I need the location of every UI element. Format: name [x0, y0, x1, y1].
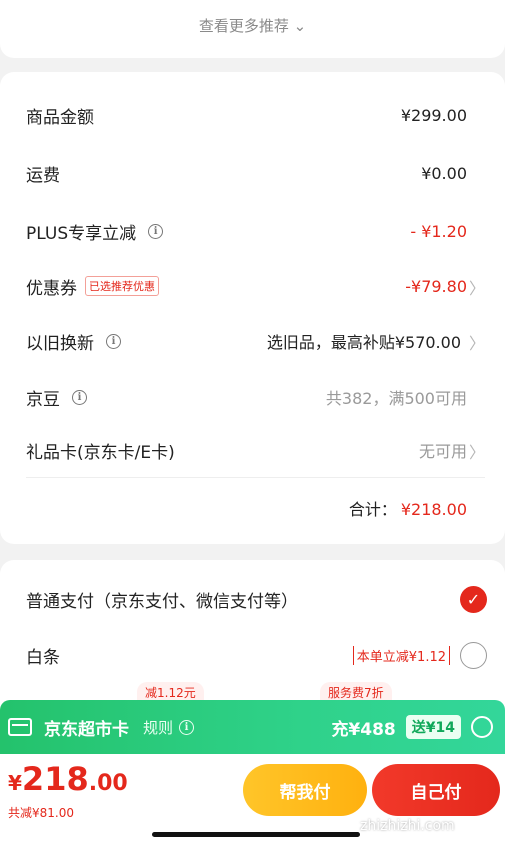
supermarket-card-bar[interactable]: 京东超市卡 规则 i 充¥488 送¥14	[0, 700, 505, 754]
self-pay-button[interactable]: 自己付	[372, 764, 500, 816]
card-icon	[8, 718, 32, 736]
currency-symbol: ¥	[8, 771, 22, 795]
trade-in-row[interactable]: 以旧换新 i 选旧品，最高补贴¥570.00	[26, 326, 461, 356]
baitiao-label: 白条	[26, 647, 60, 668]
radio-unchecked-icon[interactable]	[460, 641, 487, 669]
goods-amount-value: ¥299.00	[400, 105, 467, 125]
coupon-recommend-tag: 已选推荐优惠	[85, 276, 159, 296]
supermarket-card-title: 京东超市卡	[44, 719, 129, 740]
see-more-recommend-link[interactable]: 查看更多推荐 ⌄	[0, 15, 505, 36]
baitiao-promo: 本单立减¥1.12	[352, 645, 450, 665]
chevron-right-icon[interactable]: 〉	[469, 439, 485, 463]
check-icon[interactable]: ✓	[460, 585, 487, 613]
info-icon[interactable]: i	[72, 389, 87, 405]
info-icon[interactable]: i	[148, 223, 164, 239]
info-icon[interactable]: i	[106, 333, 121, 349]
coupon-row[interactable]: 优惠券 已选推荐优惠 -¥79.80	[26, 271, 467, 301]
chevron-right-icon[interactable]: 〉	[469, 275, 485, 299]
plus-discount-row: PLUS专享立减 i - ¥1.20	[26, 216, 467, 246]
total-label: 合计：	[348, 500, 397, 519]
payment-normal-label: 普通支付（京东支付、微信支付等）	[26, 591, 298, 612]
pay-amount-decimal: .00	[88, 771, 128, 796]
gift-amount-badge: 送¥14	[405, 715, 461, 739]
gift-card-value: 无可用	[418, 442, 467, 461]
total-saved: 共减¥81.00	[8, 806, 74, 820]
pay-amount-integer: 218	[21, 760, 89, 798]
gift-card-row[interactable]: 礼品卡(京东卡/E卡) 无可用	[26, 435, 467, 465]
chevron-right-icon[interactable]: 〉	[469, 330, 485, 354]
coupon-value: -¥79.80	[405, 276, 467, 296]
trade-in-value: 选旧品，最高补贴¥570.00	[266, 333, 461, 352]
pay-amount: ¥218.00	[8, 760, 128, 798]
jingdou-row: 京豆 i 共382，满500可用	[26, 382, 467, 412]
shipping-label: 运费	[26, 165, 60, 186]
plus-discount-label: PLUS专享立减	[26, 223, 137, 244]
trade-in-label: 以旧换新	[26, 333, 94, 354]
payment-option-baitiao[interactable]: 白条 本单立减¥1.12	[26, 640, 487, 670]
rule-label: 规则	[143, 718, 174, 737]
payment-option-normal[interactable]: 普通支付（京东支付、微信支付等） ✓	[26, 584, 487, 614]
price-detail-card: 商品金额 ¥299.00 运费 ¥0.00 PLUS专享立减 i - ¥1.20…	[0, 72, 505, 544]
jingdou-label: 京豆	[26, 389, 60, 410]
rule-link[interactable]: 规则 i	[143, 717, 195, 738]
total-value: ¥218.00	[400, 500, 467, 519]
charge-amount: 充¥488	[331, 719, 396, 740]
help-me-pay-button[interactable]: 帮我付	[243, 764, 367, 816]
divider	[26, 477, 485, 478]
gift-card-label: 礼品卡(京东卡/E卡)	[26, 442, 175, 463]
shipping-value: ¥0.00	[421, 163, 467, 183]
jingdou-value: 共382，满500可用	[325, 389, 467, 408]
total: 合计： ¥218.00	[349, 496, 467, 520]
radio-unchecked-icon[interactable]	[471, 716, 493, 738]
goods-amount-label: 商品金额	[26, 107, 94, 128]
info-icon: i	[179, 719, 195, 735]
plus-discount-value: - ¥1.20	[410, 221, 467, 241]
shipping-row: 运费 ¥0.00	[26, 158, 467, 188]
goods-amount-row: 商品金额 ¥299.00	[26, 100, 467, 130]
home-indicator[interactable]	[152, 832, 360, 837]
recommend-card: 查看更多推荐 ⌄	[0, 0, 505, 58]
coupon-label: 优惠券	[26, 278, 77, 299]
watermark: zhizhizhi.com	[360, 818, 455, 834]
